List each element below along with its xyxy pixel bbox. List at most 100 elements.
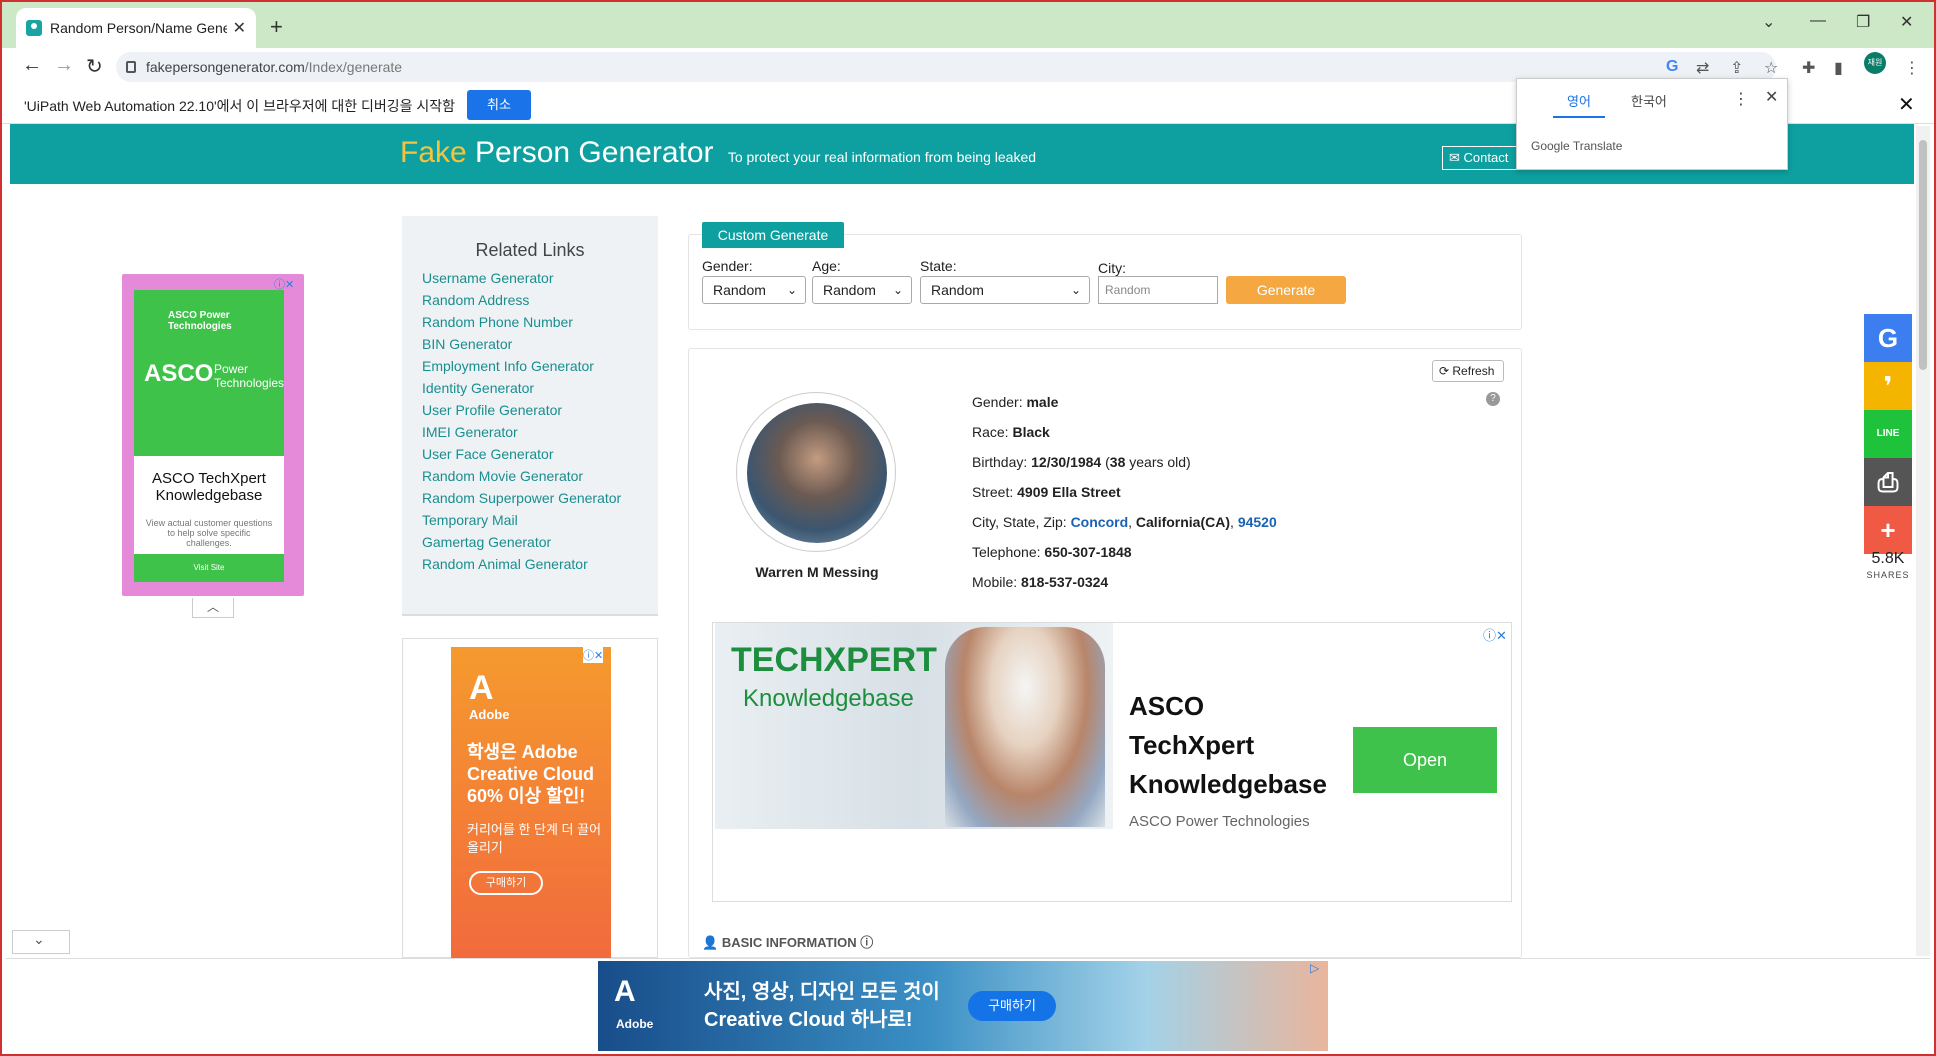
state-value: California(CA) [1135, 514, 1231, 530]
related-link[interactable]: Random Animal Generator [422, 553, 658, 575]
age-suffix: years old) [1129, 454, 1191, 470]
minimize-icon[interactable]: — [1810, 12, 1826, 30]
city-input[interactable]: Random [1098, 276, 1218, 304]
techxpert-ad-advertiser: ASCO Power Technologies [1129, 813, 1310, 830]
help-icon[interactable]: ⓘ [860, 935, 873, 950]
related-link[interactable]: Temporary Mail [422, 509, 658, 531]
state-select[interactable]: Random ⌄ [920, 276, 1090, 304]
gender-select-value: Random [713, 282, 766, 298]
mobile-row: Mobile: 818-537-0324 [972, 574, 1108, 590]
share-line-icon[interactable]: LINE [1864, 410, 1912, 458]
engineer-photo [945, 627, 1105, 827]
translate-close-icon[interactable]: ✕ [1765, 87, 1778, 107]
ad-close-icon[interactable]: ⓘ✕ [1483, 625, 1507, 644]
related-link[interactable]: Random Superpower Generator [422, 487, 658, 509]
related-links-panel: Related Links Username Generator Random A… [402, 216, 658, 616]
related-link[interactable]: Random Movie Generator [422, 465, 658, 487]
close-window-icon[interactable]: ✕ [1900, 12, 1913, 32]
collapse-ad-button[interactable]: ⌄ [12, 930, 70, 954]
cancel-debugging-button[interactable]: 취소 [467, 90, 531, 120]
related-link[interactable]: User Profile Generator [422, 399, 658, 421]
bottom-adobe-ad[interactable]: A Adobe 사진, 영상, 디자인 모든 것이 Creative Cloud… [598, 961, 1328, 1051]
share-google-icon[interactable]: G [1864, 314, 1912, 362]
ad-close-icon[interactable]: ⓘ✕ [274, 276, 294, 292]
share-count: 5.8K [1871, 550, 1905, 567]
translate-icon[interactable]: ⇄ [1696, 58, 1709, 78]
generate-button[interactable]: Generate [1226, 276, 1346, 304]
profile-avatar[interactable]: 재원 [1864, 52, 1886, 74]
translate-options-icon[interactable]: ⋮ [1733, 89, 1749, 109]
left-ad-collapse-button[interactable]: ︿ [192, 598, 234, 618]
reload-icon[interactable]: ↻ [86, 54, 103, 79]
zip-link[interactable]: 94520 [1238, 514, 1277, 530]
basic-information-label: BASIC INFORMATION [721, 935, 857, 950]
chevron-down-icon: ⌄ [1070, 283, 1081, 297]
city-state-zip-row: City, State, Zip: Concord, California(CA… [972, 514, 1277, 530]
back-icon[interactable]: ← [22, 54, 42, 77]
page-scrollbar[interactable] [1916, 126, 1930, 956]
left-ad-desc: View actual customer questions to help s… [145, 518, 273, 548]
brand-fake: Fake [400, 136, 467, 169]
infobar-close-icon[interactable]: ✕ [1898, 92, 1915, 117]
contact-button[interactable]: ✉ Contact [1442, 146, 1522, 170]
related-link[interactable]: Identity Generator [422, 377, 658, 399]
related-link[interactable]: BIN Generator [422, 333, 658, 355]
gender-row: Gender: male [972, 394, 1058, 410]
share-more-icon[interactable]: + [1864, 506, 1912, 554]
bottom-ad-buy-button[interactable]: 구매하기 [968, 991, 1056, 1021]
site-logo[interactable]: Fake Person Generator To protect your re… [400, 136, 1036, 170]
bottom-ad-line1: 사진, 영상, 디자인 모든 것이 [704, 981, 940, 1003]
side-panel-icon[interactable]: ▮ [1834, 58, 1843, 78]
related-link[interactable]: Random Address [422, 289, 658, 311]
techxpert-ad[interactable]: TECHXPERT Knowledgebase ASCO TechXpert K… [712, 622, 1512, 902]
share-print-icon[interactable]: ⎙ [1864, 458, 1912, 506]
new-tab-button[interactable]: + [270, 14, 283, 40]
left-ad[interactable]: ASCO Power Technologies ASCO Power Techn… [122, 274, 304, 596]
related-link[interactable]: User Face Generator [422, 443, 658, 465]
share-icon[interactable]: ⇪ [1730, 58, 1743, 78]
left-ad-card: ASCO Power Technologies ASCO Power Techn… [134, 290, 284, 582]
tab-close-icon[interactable]: ✕ [233, 18, 246, 38]
google-lens-icon[interactable]: G [1666, 58, 1678, 76]
birthday-label: Birthday: [972, 454, 1028, 470]
site-favicon-icon [26, 20, 42, 36]
restore-icon[interactable]: ❐ [1856, 12, 1870, 32]
related-link[interactable]: IMEI Generator [422, 421, 658, 443]
left-ad-cta[interactable]: Visit Site [134, 554, 284, 582]
translate-source-tab[interactable]: 영어 [1553, 91, 1605, 118]
related-link[interactable]: Gamertag Generator [422, 531, 658, 553]
city-link[interactable]: Concord [1071, 514, 1129, 530]
adobe-ad-buy-button[interactable]: 구매하기 [469, 871, 543, 895]
help-icon[interactable]: ? [1486, 392, 1500, 406]
related-link[interactable]: Employment Info Generator [422, 355, 658, 377]
share-kakao-icon[interactable]: ❜ [1864, 362, 1912, 410]
adobe-ad-sub: 커리어를 한 단계 더 끌어올리기 [467, 822, 602, 855]
gender-select[interactable]: Random ⌄ [702, 276, 806, 304]
browser-tab[interactable]: Random Person/Name Generat ✕ [16, 8, 256, 48]
csz-label: City, State, Zip: [972, 514, 1067, 530]
age-select[interactable]: Random ⌄ [812, 276, 912, 304]
user-icon: 👤 [702, 935, 719, 950]
techxpert-open-button[interactable]: Open [1353, 727, 1497, 793]
share-label: SHARES [1866, 570, 1910, 580]
refresh-button[interactable]: ⟳ Refresh [1432, 360, 1504, 382]
person-name: Warren M Messing [755, 564, 879, 580]
translate-target-tab[interactable]: 한국어 [1617, 91, 1681, 116]
menu-icon[interactable]: ⋮ [1904, 58, 1920, 78]
bookmark-star-icon[interactable]: ☆ [1764, 58, 1778, 78]
refresh-label: Refresh [1452, 364, 1495, 378]
left-ad-title-line1: ASCO TechXpert [152, 470, 266, 487]
ad-close-icon[interactable]: ⓘ✕ [583, 647, 604, 663]
techxpert-logo: TECHXPERT [731, 641, 937, 679]
tab-search-icon[interactable]: ⌄ [1762, 12, 1775, 32]
related-link[interactable]: Random Phone Number [422, 311, 658, 333]
race-value: Black [1012, 424, 1050, 440]
adobe-side-ad[interactable]: ⛉ A Adobe 학생은 Adobe Creative Cloud 60% 이… [402, 638, 658, 959]
envelope-icon: ✉ [1449, 150, 1464, 165]
debugging-message: 'UiPath Web Automation 22.10'에서 이 브라우저에 … [24, 98, 456, 114]
related-link[interactable]: Username Generator [422, 267, 658, 289]
forward-icon[interactable]: → [54, 54, 74, 77]
extensions-icon[interactable]: ✚ [1802, 58, 1815, 78]
scrollbar-thumb[interactable] [1919, 140, 1927, 370]
ad-choices-icon[interactable]: ▷ [1310, 961, 1319, 975]
